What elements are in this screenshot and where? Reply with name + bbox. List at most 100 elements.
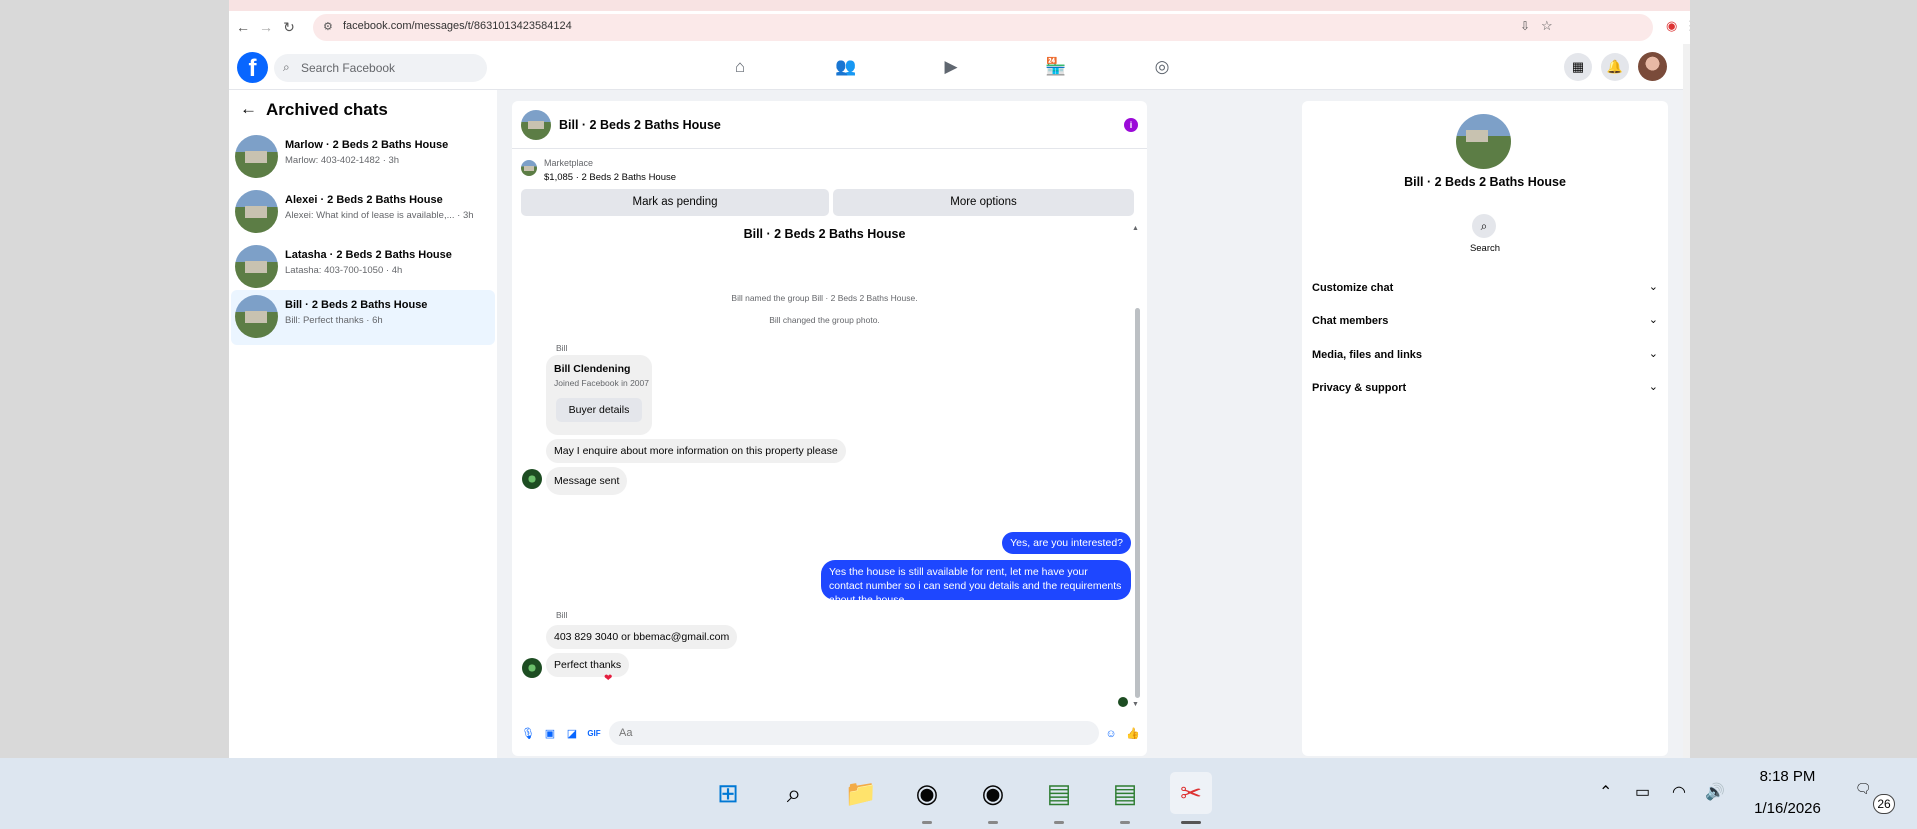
system-message: Bill changed the group photo. bbox=[769, 315, 880, 325]
chat-members-row[interactable]: Chat members ⌄ bbox=[1312, 307, 1658, 335]
conversation-thumbnail[interactable] bbox=[521, 110, 551, 140]
url-field[interactable]: ⚙ facebook.com/messages/t/86310134235841… bbox=[313, 14, 1653, 41]
home-icon[interactable]: ⌂ bbox=[728, 55, 752, 79]
sender-avatar[interactable] bbox=[522, 469, 542, 489]
browser-menu-icon[interactable]: ⋮ bbox=[1684, 18, 1690, 34]
notifications-bell-icon[interactable]: 🔔 bbox=[1601, 53, 1629, 81]
thread-title: Bill · 2 Beds 2 Baths House bbox=[743, 227, 906, 241]
conversation-header: Bill · 2 Beds 2 Baths House i bbox=[512, 101, 1147, 149]
customize-chat-row[interactable]: Customize chat ⌄ bbox=[1312, 274, 1658, 302]
reload-icon[interactable]: ↻ bbox=[279, 17, 299, 37]
site-info-icon[interactable]: ⚙ bbox=[323, 20, 333, 33]
listing-thumbnail[interactable] bbox=[521, 160, 537, 176]
snipping-tool-icon[interactable]: ✂ bbox=[1170, 772, 1212, 814]
conversation-pane: Bill · 2 Beds 2 Baths House i Marketplac… bbox=[512, 101, 1147, 756]
page-scrollbar[interactable] bbox=[1683, 44, 1690, 758]
bookmark-star-icon[interactable]: ☆ bbox=[1541, 18, 1553, 34]
mark-as-pending-button[interactable]: Mark as pending bbox=[521, 189, 829, 216]
marketplace-label: Marketplace bbox=[544, 158, 594, 168]
install-icon[interactable]: ⇩ bbox=[1520, 19, 1530, 33]
chat-name: Bill · 2 Beds 2 Baths House bbox=[285, 299, 428, 311]
profile-icon[interactable]: ◉ bbox=[1666, 18, 1677, 34]
chat-thumbnail bbox=[235, 295, 278, 338]
details-title: Bill · 2 Beds 2 Baths House bbox=[1404, 175, 1566, 189]
battery-icon[interactable]: ▭ bbox=[1635, 782, 1650, 802]
menu-grid-icon[interactable]: ▦ bbox=[1564, 53, 1592, 81]
message-input[interactable] bbox=[609, 721, 1099, 745]
marketplace-icon[interactable]: 🏪 bbox=[1044, 55, 1068, 79]
row-label: Customize chat bbox=[1312, 282, 1394, 294]
system-message: Bill named the group Bill · 2 Beds 2 Bat… bbox=[731, 293, 918, 303]
search-label: Search bbox=[1469, 243, 1501, 254]
message-incoming: May I enquire about more information on … bbox=[546, 439, 846, 463]
buyer-details-button[interactable]: Buyer details bbox=[556, 398, 642, 422]
tray-chevron-up-icon[interactable]: ⌃ bbox=[1599, 782, 1612, 802]
forward-icon[interactable]: → bbox=[256, 17, 276, 37]
active-indicator bbox=[1181, 821, 1201, 824]
row-label: Privacy & support bbox=[1312, 382, 1407, 394]
search-icon[interactable]: ⌕ bbox=[1472, 214, 1496, 238]
buyer-name: Bill Clendening bbox=[554, 363, 631, 375]
media-files-links-row[interactable]: Media, files and links ⌄ bbox=[1312, 341, 1658, 369]
chat-item[interactable]: Alexei · 2 Beds 2 Baths House Alexei: Wh… bbox=[231, 185, 495, 238]
seen-avatar bbox=[1118, 697, 1128, 707]
sender-avatar[interactable] bbox=[522, 658, 542, 678]
back-icon[interactable]: ← bbox=[233, 17, 253, 37]
clock-date[interactable]: 1/16/2026 bbox=[1735, 800, 1840, 817]
photo-icon[interactable]: ▣ bbox=[543, 727, 557, 741]
chrome-icon[interactable]: ◉ bbox=[906, 772, 948, 814]
info-icon[interactable]: i bbox=[1124, 118, 1138, 132]
message-incoming: Message sent bbox=[546, 467, 628, 495]
archived-chats-panel: ← Archived chats Marlow · 2 Beds 2 Baths… bbox=[229, 90, 497, 758]
app-window-icon[interactable]: ▤ bbox=[1038, 772, 1080, 814]
group-photo[interactable] bbox=[1456, 114, 1511, 169]
account-avatar[interactable] bbox=[1638, 52, 1667, 81]
scroll-down-icon[interactable]: ▼ bbox=[1132, 701, 1139, 708]
scroll-up-icon[interactable]: ▲ bbox=[1132, 225, 1139, 232]
chat-item[interactable]: Latasha · 2 Beds 2 Baths House Latasha: … bbox=[231, 240, 495, 293]
microphone-icon[interactable]: 🎙 bbox=[521, 727, 535, 741]
buyer-joined: Joined Facebook in 2007 bbox=[554, 378, 649, 388]
chat-preview: Bill: Perfect thanks · 6h bbox=[285, 315, 383, 326]
archived-chats-title: Archived chats bbox=[266, 100, 388, 119]
chat-item-selected[interactable]: Bill · 2 Beds 2 Baths House Bill: Perfec… bbox=[231, 290, 495, 345]
groups-icon[interactable]: ◎ bbox=[1150, 55, 1174, 79]
video-icon[interactable]: ▶ bbox=[939, 55, 963, 79]
search-placeholder: Search Facebook bbox=[301, 61, 396, 75]
row-label: Chat members bbox=[1312, 315, 1389, 327]
emoji-icon[interactable]: ☺ bbox=[1104, 727, 1118, 741]
message-outgoing: Yes, are you interested? bbox=[1002, 532, 1131, 554]
chat-thumbnail bbox=[235, 190, 278, 233]
chevron-down-icon: ⌄ bbox=[1648, 348, 1658, 360]
running-indicator bbox=[1120, 821, 1130, 824]
chat-item[interactable]: Marlow · 2 Beds 2 Baths House Marlow: 40… bbox=[231, 130, 495, 183]
sticker-icon[interactable]: ◪ bbox=[565, 727, 579, 741]
volume-icon[interactable]: 🔊 bbox=[1705, 782, 1725, 802]
scrollbar-thumb[interactable] bbox=[1135, 308, 1140, 698]
composer: 🎙 ▣ ◪ GIF ☺ 👍 bbox=[512, 711, 1147, 756]
heart-reaction-icon[interactable]: ❤ bbox=[604, 673, 612, 684]
notification-count-badge: 26 bbox=[1873, 794, 1895, 814]
wifi-icon[interactable]: ◠ bbox=[1672, 782, 1686, 802]
chat-name: Latasha · 2 Beds 2 Baths House bbox=[285, 249, 452, 261]
privacy-support-row[interactable]: Privacy & support ⌄ bbox=[1312, 374, 1658, 402]
like-thumb-icon[interactable]: 👍 bbox=[1126, 727, 1140, 741]
conversation-title[interactable]: Bill · 2 Beds 2 Baths House bbox=[559, 118, 721, 132]
facebook-logo[interactable]: f bbox=[237, 52, 268, 83]
chat-thumbnail bbox=[235, 245, 278, 288]
message-outgoing: Yes the house is still available for ren… bbox=[821, 560, 1131, 606]
facebook-search[interactable]: ⌕ Search Facebook bbox=[274, 54, 487, 82]
file-explorer-icon[interactable]: 📁 bbox=[840, 772, 882, 814]
clock-time[interactable]: 8:18 PM bbox=[1735, 768, 1840, 785]
chat-thumbnail bbox=[235, 135, 278, 178]
more-options-button[interactable]: More options bbox=[833, 189, 1134, 216]
friends-icon[interactable]: 👥 bbox=[834, 55, 858, 79]
address-bar: ← → ↻ ⚙ facebook.com/messages/t/86310134… bbox=[229, 11, 1690, 44]
search-icon[interactable]: ⌕ bbox=[773, 772, 815, 814]
windows-start-icon[interactable]: ⊞ bbox=[707, 772, 749, 814]
chrome-profile-icon[interactable]: ◉ bbox=[972, 772, 1014, 814]
gif-icon[interactable]: GIF bbox=[587, 727, 601, 741]
listing-price[interactable]: $1,085 · 2 Beds 2 Baths House bbox=[544, 172, 676, 183]
app-window-icon[interactable]: ▤ bbox=[1104, 772, 1146, 814]
back-arrow-icon[interactable]: ← bbox=[240, 99, 257, 119]
